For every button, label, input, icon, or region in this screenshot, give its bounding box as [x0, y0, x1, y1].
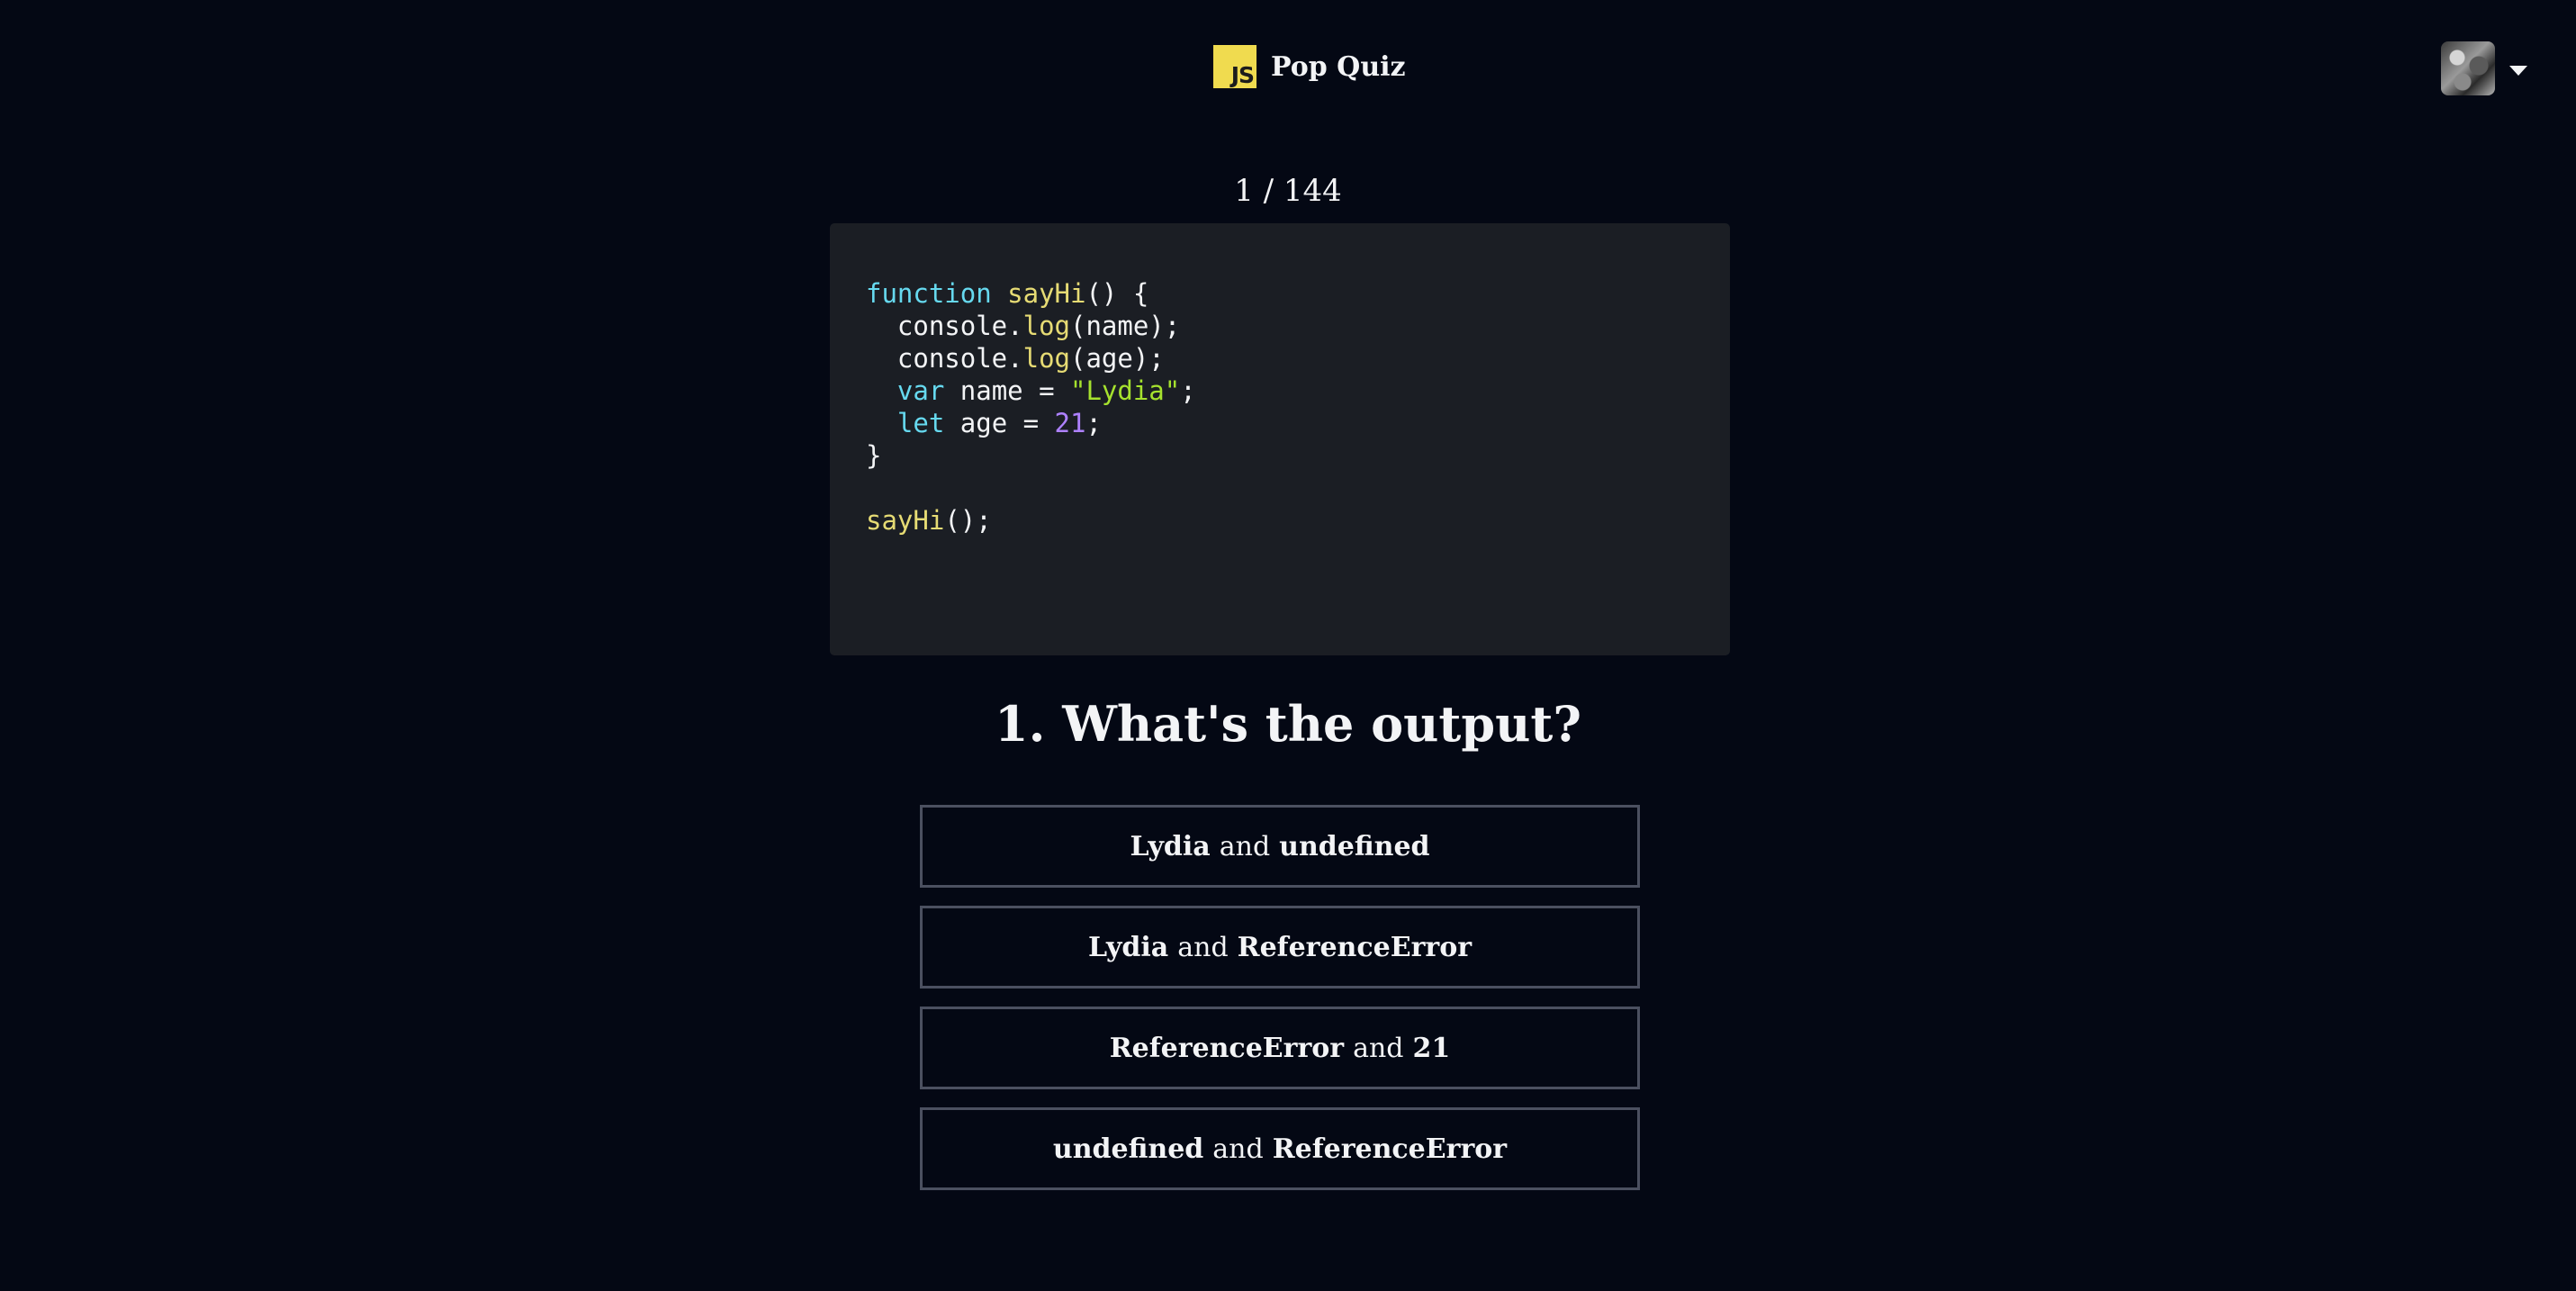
- question-counter: 1 / 144: [1234, 173, 1342, 209]
- js-logo-icon: JS: [1213, 45, 1256, 88]
- option-term: undefined: [1279, 830, 1430, 862]
- option-conjunction: and: [1219, 830, 1271, 862]
- answer-options: Lydia and undefined Lydia and ReferenceE…: [920, 805, 1640, 1190]
- code-line: console.log(name);: [866, 311, 1181, 341]
- option-conjunction: and: [1353, 1032, 1404, 1064]
- option-term: ReferenceError: [1237, 931, 1473, 963]
- question-title: 1. What's the output?: [995, 695, 1581, 753]
- code-line: function sayHi() {: [866, 278, 1149, 309]
- user-menu-toggle[interactable]: [2441, 41, 2527, 95]
- quiz-page: JS Pop Quiz 1 / 144 function sayHi() { c…: [0, 0, 2576, 1291]
- option-term: 21: [1412, 1032, 1451, 1064]
- js-logo-text: JS: [1230, 62, 1255, 88]
- code-line: let age = 21;: [896, 408, 1102, 438]
- answer-option-4[interactable]: undefined and ReferenceError: [920, 1107, 1640, 1190]
- answer-option-1[interactable]: Lydia and undefined: [920, 805, 1640, 888]
- code-line: var name = "Lydia";: [896, 375, 1196, 406]
- brand-link[interactable]: JS Pop Quiz: [1213, 45, 1406, 88]
- option-term: undefined: [1052, 1133, 1204, 1165]
- option-conjunction: and: [1177, 931, 1229, 963]
- header: JS Pop Quiz: [0, 41, 2576, 95]
- option-conjunction: and: [1212, 1133, 1264, 1165]
- answer-option-3[interactable]: ReferenceError and 21: [920, 1007, 1640, 1089]
- user-avatar-icon[interactable]: [2441, 41, 2495, 95]
- option-term: Lydia: [1130, 830, 1211, 862]
- option-term: ReferenceError: [1272, 1133, 1508, 1165]
- option-term: ReferenceError: [1109, 1032, 1345, 1064]
- code-snippet: function sayHi() { console.log(name); co…: [866, 277, 1730, 537]
- code-line: console.log(age);: [866, 343, 1165, 374]
- chevron-down-icon[interactable]: [2509, 65, 2527, 76]
- app-title: Pop Quiz: [1271, 50, 1406, 83]
- code-block: function sayHi() { console.log(name); co…: [830, 223, 1730, 655]
- option-term: Lydia: [1087, 931, 1169, 963]
- answer-option-2[interactable]: Lydia and ReferenceError: [920, 906, 1640, 989]
- code-line: sayHi();: [866, 505, 992, 536]
- code-line: }: [866, 440, 882, 471]
